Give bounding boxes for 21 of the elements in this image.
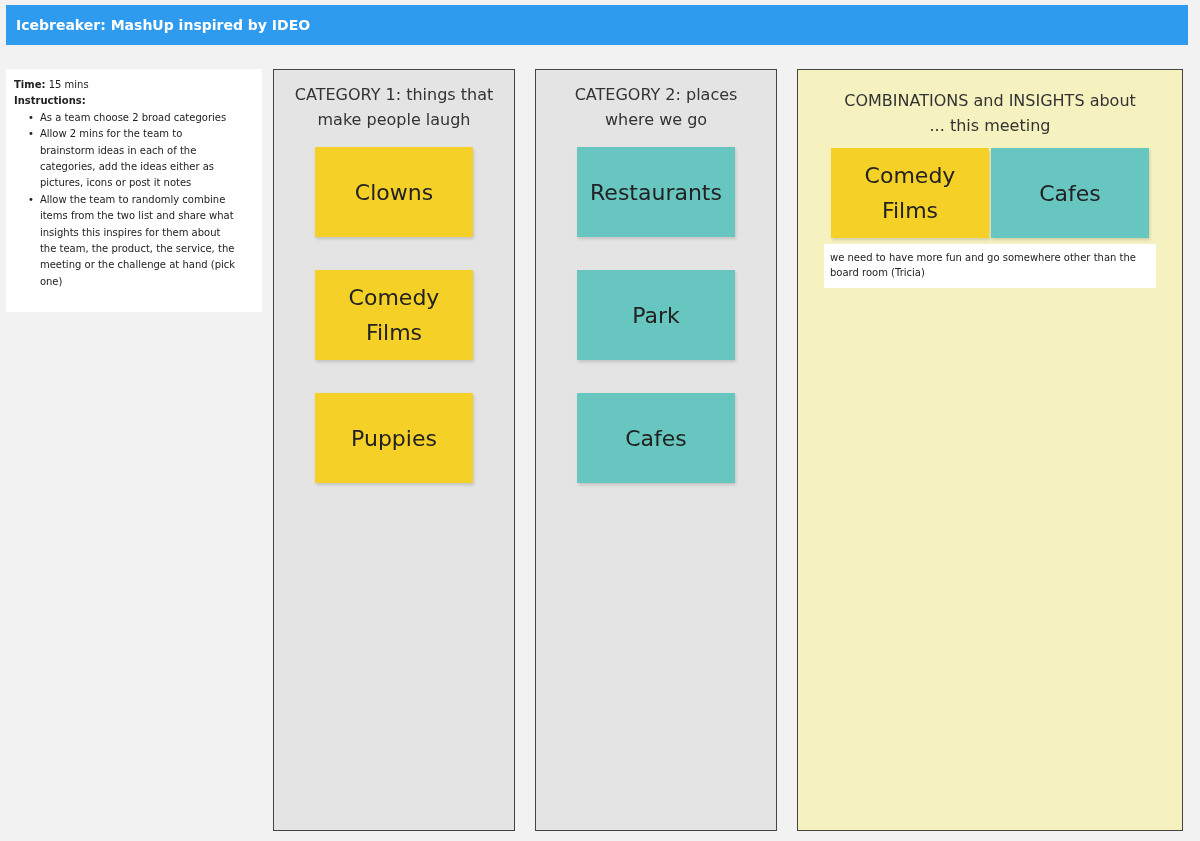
sticky-note[interactable]: Park [577,270,735,360]
bullet-mark: • [28,192,34,207]
board-title: Icebreaker: MashUp inspired by IDEO [16,17,311,33]
instruction-item: Allow 2 mins for the team to brainstorm ideas in each of the categories, add the ideas either as pictures, icons or post it notes [39,127,216,191]
time-text: Time: 15 mins [14,78,90,92]
sticky-note[interactable]: Cafes [577,393,735,483]
sticky-note[interactable]: Puppies [315,393,473,483]
column-title: COMBINATIONS and INSIGHTS about ... this meeting [843,90,1137,137]
sticky-note[interactable]: Cafes [991,148,1149,238]
sticky-note[interactable]: Restaurants [577,147,735,237]
sticky-note[interactable]: Clowns [315,147,473,237]
bullet-mark: • [28,127,34,142]
sticky-note[interactable]: Comedy Films [315,270,473,360]
sticky-note[interactable]: Comedy Films [831,148,989,238]
instructions-heading: Instructions: [14,94,87,109]
insight-note[interactable]: we need to have more fun and go somewhere other than the board room (Tricia) [824,244,1156,288]
bullet-mark: • [28,110,34,125]
column-title: CATEGORY 1: things that make people laugh [294,84,494,131]
instruction-item: Allow the team to randomly combine items from the two list and share what insights this inspires for them about the team, the product, the service, the meeting or the challenge at hand (pick one) [39,192,237,289]
instruction-item: As a team choose 2 broad categories [39,110,228,125]
column-title: CATEGORY 2: places where we go [573,84,739,131]
